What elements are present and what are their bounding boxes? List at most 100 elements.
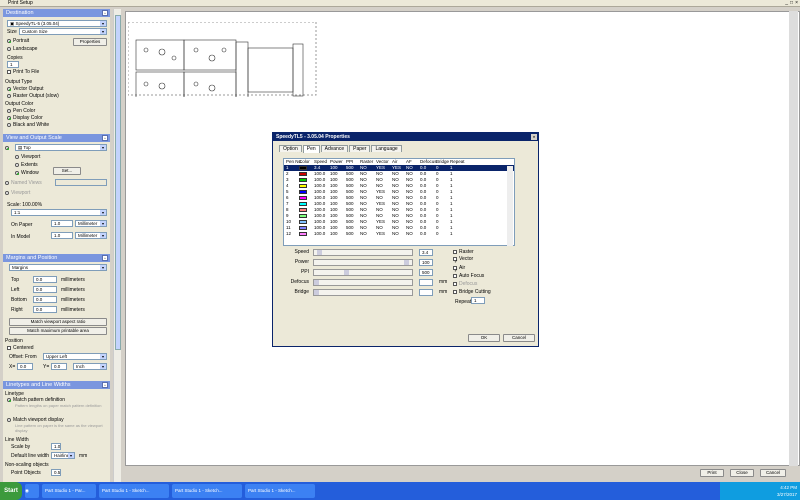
browser-icon[interactable]: ◉ [25, 484, 39, 498]
taskbar-item[interactable]: Part Studio 1 - Sketch... [245, 484, 315, 498]
viewport-option[interactable]: Viewport [15, 154, 40, 160]
default-width-select[interactable]: Hairline ▾ [51, 452, 75, 459]
printer-select[interactable]: ▣ SpeedyTL-5 (3.05.04) ▾ [7, 20, 107, 27]
margin-0-input[interactable]: 0.0 [33, 276, 57, 283]
panel-scrollbar[interactable] [113, 9, 121, 482]
tray-time[interactable]: 4:42 PM [720, 484, 797, 491]
viewport-radio[interactable]: Viewport [5, 190, 30, 196]
landscape-radio[interactable]: Landscape [7, 46, 37, 52]
black-white-radio[interactable]: Black and White [7, 122, 49, 128]
x-offset-input[interactable]: 0.0 [17, 363, 33, 370]
collapse-icon[interactable]: ^ [102, 255, 108, 261]
defocus-value-box[interactable] [419, 279, 433, 286]
margin-1-input[interactable]: 0.0 [33, 286, 57, 293]
window-option[interactable]: Window [15, 170, 39, 176]
speed-value-box[interactable]: 3.4 [419, 249, 433, 256]
size-select[interactable]: Custom Size ▾ [19, 28, 107, 35]
margins-mode-select[interactable]: Margins ▾ [9, 264, 107, 271]
bridge-slider[interactable] [313, 289, 413, 296]
match-aspect-button[interactable]: Match viewport aspect ratio [9, 318, 107, 326]
ppi-slider-thumb[interactable] [344, 270, 349, 275]
maximize-button[interactable]: □ [790, 0, 793, 7]
copies-input[interactable]: 1 [7, 61, 19, 68]
repeat-input[interactable]: 1 [471, 297, 485, 304]
close-window-button[interactable]: × [795, 0, 798, 7]
bridge-slider-thumb[interactable] [314, 290, 319, 295]
chevron-down-icon[interactable]: ▾ [100, 354, 106, 359]
taskbar-item[interactable]: Part Studio 1 - Sketch... [99, 484, 169, 498]
properties-button[interactable]: Properties [73, 38, 107, 46]
pen-table-scrollbar[interactable] [507, 166, 513, 246]
y-offset-input[interactable]: 0.0 [51, 363, 67, 370]
tray-date[interactable]: 3/27/2017 [720, 491, 797, 498]
destination-header[interactable]: Destination ^ [3, 9, 110, 17]
view-scale-header[interactable]: View and Output Scale ^ [3, 134, 110, 142]
ppi-slider[interactable] [313, 269, 413, 276]
print-button[interactable]: Print [700, 469, 724, 477]
margins-header[interactable]: Margins and Position ^ [3, 254, 110, 262]
cancel-button[interactable]: Cancel [760, 469, 786, 477]
vector-checkbox[interactable]: ✓Vector [453, 255, 473, 265]
defocus-slider-thumb[interactable] [314, 280, 319, 285]
set-window-button[interactable]: Set... [53, 167, 81, 175]
air-checkbox[interactable]: ✓Air [453, 264, 465, 274]
canvas-scrollbar[interactable] [789, 11, 798, 466]
raster-output-radio[interactable]: Raster Output (slow) [7, 93, 59, 99]
bridge-cutting-checkbox[interactable]: Bridge Cutting [453, 288, 491, 296]
pen-table[interactable]: Pen No. Color Speed Power PPI Raster Vector Air… [283, 158, 515, 246]
dialog-close-icon[interactable]: × [531, 134, 537, 140]
power-slider[interactable] [313, 259, 413, 266]
named-views-select[interactable] [55, 179, 107, 186]
tab-advance[interactable]: Advance [320, 145, 349, 152]
linetypes-header[interactable]: Linetypes and Line Widths ^ [3, 381, 110, 389]
tab-pen[interactable]: Pen [302, 145, 320, 153]
speed-slider-thumb[interactable] [317, 250, 322, 255]
extents-option[interactable]: Extents [15, 162, 38, 168]
centered-checkbox[interactable]: Centered [7, 345, 34, 351]
on-paper-unit-select[interactable]: Millimeter ▾ [75, 220, 107, 227]
speed-slider[interactable] [313, 249, 413, 256]
taskbar-item[interactable]: Part Studio 1 - Sketch... [172, 484, 242, 498]
taskbar-item[interactable]: Part Studio 1 - Par... [42, 484, 96, 498]
pen-color-radio[interactable]: Pen Color [7, 108, 35, 114]
tab-paper[interactable]: Paper [349, 145, 371, 152]
defocus-slider[interactable] [313, 279, 413, 286]
portrait-radio[interactable]: Portrait [7, 38, 29, 44]
close-button[interactable]: Close [730, 469, 754, 477]
point-objects-input[interactable]: 0.5 [51, 469, 61, 476]
minimize-button[interactable]: _ [785, 0, 788, 7]
start-button[interactable]: Start [0, 482, 22, 500]
chevron-down-icon[interactable]: ▾ [100, 29, 106, 34]
scale-select[interactable]: 1:1 ▾ [11, 209, 107, 216]
auto-focus-checkbox[interactable]: Auto Focus [453, 272, 484, 280]
chevron-down-icon[interactable]: ▾ [100, 364, 106, 369]
margin-3-input[interactable]: 0.0 [33, 306, 57, 313]
power-value-box[interactable]: 100 [419, 259, 433, 266]
bridge-value-box[interactable] [419, 289, 433, 296]
chevron-down-icon[interactable]: ▾ [100, 210, 106, 215]
print-to-file-checkbox[interactable]: Print To File [7, 69, 39, 75]
chevron-down-icon[interactable]: ▾ [100, 233, 106, 238]
chevron-down-icon[interactable]: ▾ [100, 21, 106, 26]
offset-unit-select[interactable]: Inch ▾ [73, 363, 107, 370]
table-row[interactable]: 12 100.0 100 500 NO YES NO NO 0.0 0 1 [284, 231, 514, 237]
scrollbar-thumb[interactable] [115, 15, 121, 350]
power-slider-thumb[interactable] [404, 260, 409, 265]
ppi-value-box[interactable]: 500 [419, 269, 433, 276]
margin-2-input[interactable]: 0.0 [33, 296, 57, 303]
on-paper-input[interactable]: 1.0 [51, 220, 73, 227]
chevron-down-icon[interactable]: ▾ [100, 265, 106, 270]
collapse-icon[interactable]: ^ [102, 135, 108, 141]
in-model-unit-select[interactable]: Millimeter ▾ [75, 232, 107, 239]
named-views-option[interactable]: Named Views [5, 180, 42, 186]
view-radio[interactable] [5, 145, 11, 151]
chevron-down-icon[interactable]: ▾ [100, 221, 106, 226]
vector-output-radio[interactable]: Vector Output [7, 86, 44, 92]
dialog-cancel-button[interactable]: Cancel [503, 334, 535, 342]
collapse-icon[interactable]: ^ [102, 382, 108, 388]
tab-option[interactable]: Option [279, 145, 302, 152]
in-model-input[interactable]: 1.0 [51, 232, 73, 239]
dialog-ok-button[interactable]: OK [468, 334, 500, 342]
match-max-button[interactable]: Match maximum printable area [9, 327, 107, 335]
chevron-down-icon[interactable]: ▾ [100, 145, 106, 150]
